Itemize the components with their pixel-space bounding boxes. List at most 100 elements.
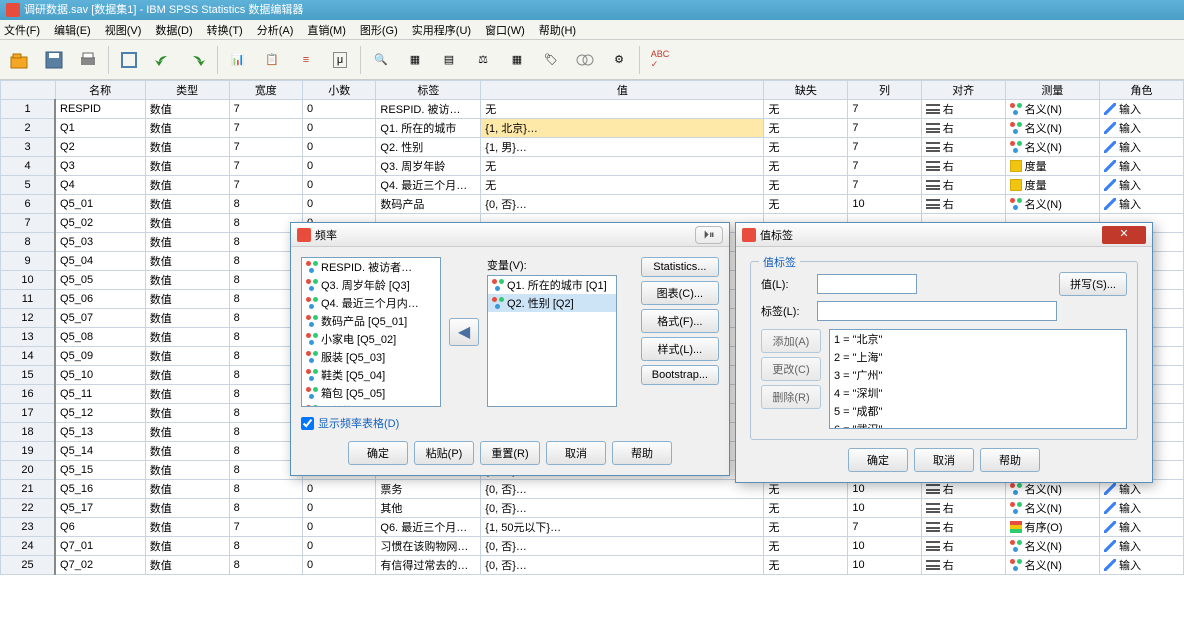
menu-item[interactable]: 直销(M) xyxy=(307,22,346,38)
cell-values[interactable]: 无 xyxy=(481,176,764,195)
cell-name[interactable]: Q5_03 xyxy=(55,233,145,252)
cell-width[interactable]: 8 xyxy=(229,537,302,556)
cell-measure[interactable]: 名义(N) xyxy=(1005,100,1099,119)
list-item[interactable]: 箱包 [Q5_05] xyxy=(302,384,440,402)
cell-columns[interactable]: 10 xyxy=(848,556,921,575)
cell-align[interactable]: 右 xyxy=(921,556,1005,575)
cell-measure[interactable]: 有序(O) xyxy=(1005,518,1099,537)
cell-decimals[interactable]: 0 xyxy=(303,138,376,157)
side-button[interactable]: Bootstrap... xyxy=(641,365,719,385)
value-input[interactable] xyxy=(817,274,917,294)
cell-align[interactable]: 右 xyxy=(921,195,1005,214)
side-button[interactable]: 添加(A) xyxy=(761,329,821,353)
cell-decimals[interactable]: 0 xyxy=(303,556,376,575)
row-number[interactable]: 1 xyxy=(1,100,56,119)
cell-name[interactable]: Q5_17 xyxy=(55,499,145,518)
cell-type[interactable]: 数值 xyxy=(145,347,229,366)
cell-type[interactable]: 数值 xyxy=(145,442,229,461)
cell-type[interactable]: 数值 xyxy=(145,461,229,480)
cell-columns[interactable]: 10 xyxy=(848,537,921,556)
cell-values[interactable]: {0, 否}… xyxy=(481,499,764,518)
cell-type[interactable]: 数值 xyxy=(145,480,229,499)
row-number[interactable]: 4 xyxy=(1,157,56,176)
menu-item[interactable]: 实用程序(U) xyxy=(412,22,471,38)
cell-columns[interactable]: 7 xyxy=(848,157,921,176)
move-arrow-button[interactable]: ◀ xyxy=(449,318,479,346)
cell-type[interactable]: 数值 xyxy=(145,537,229,556)
row-number[interactable]: 2 xyxy=(1,119,56,138)
cell-decimals[interactable]: 0 xyxy=(303,499,376,518)
cell-role[interactable]: 输入 xyxy=(1100,138,1184,157)
menu-item[interactable]: 文件(F) xyxy=(4,22,40,38)
cell-values[interactable]: {1, 北京}… xyxy=(481,119,764,138)
row-number[interactable]: 24 xyxy=(1,537,56,556)
cell-align[interactable]: 右 xyxy=(921,119,1005,138)
available-vars-list[interactable]: RESPID. 被访者…Q3. 周岁年龄 [Q3]Q4. 最近三个月内…数码产品… xyxy=(301,257,441,407)
dialog-button[interactable]: 取消 xyxy=(546,441,606,465)
cell-decimals[interactable]: 0 xyxy=(303,176,376,195)
cell-role[interactable]: 输入 xyxy=(1100,157,1184,176)
cell-align[interactable]: 右 xyxy=(921,100,1005,119)
cell-width[interactable]: 8 xyxy=(229,195,302,214)
cell-label[interactable]: 其他 xyxy=(376,499,481,518)
cell-measure[interactable]: 名义(N) xyxy=(1005,195,1099,214)
cell-width[interactable]: 8 xyxy=(229,556,302,575)
row-number[interactable]: 3 xyxy=(1,138,56,157)
cell-width[interactable]: 7 xyxy=(229,100,302,119)
redo-icon[interactable] xyxy=(183,45,211,75)
cell-name[interactable]: Q6 xyxy=(55,518,145,537)
cell-columns[interactable]: 7 xyxy=(848,119,921,138)
cell-role[interactable]: 输入 xyxy=(1100,537,1184,556)
cell-name[interactable]: Q2 xyxy=(55,138,145,157)
cell-name[interactable]: Q5_12 xyxy=(55,404,145,423)
spelling-icon[interactable]: ABC✓ xyxy=(646,45,674,75)
cell-type[interactable]: 数值 xyxy=(145,214,229,233)
cell-missing[interactable]: 无 xyxy=(764,100,848,119)
cell-align[interactable]: 右 xyxy=(921,157,1005,176)
checkbox-input[interactable] xyxy=(301,417,314,430)
row-number[interactable]: 22 xyxy=(1,499,56,518)
cell-name[interactable]: Q1 xyxy=(55,119,145,138)
recall-icon[interactable] xyxy=(115,45,143,75)
cell-measure[interactable]: 度量 xyxy=(1005,176,1099,195)
row-number[interactable]: 7 xyxy=(1,214,56,233)
dialog-titlebar[interactable]: 频率 ⏵⏸ xyxy=(291,223,729,247)
row-number[interactable]: 9 xyxy=(1,252,56,271)
cell-columns[interactable]: 10 xyxy=(848,195,921,214)
cell-measure[interactable]: 名义(N) xyxy=(1005,537,1099,556)
cell-values[interactable]: {0, 否}… xyxy=(481,537,764,556)
menu-item[interactable]: 分析(A) xyxy=(257,22,294,38)
side-button[interactable]: Statistics... xyxy=(641,257,719,277)
value-labels-list[interactable]: 1 = "北京"2 = "上海"3 = "广州"4 = "深圳"5 = "成都"… xyxy=(829,329,1127,429)
cell-type[interactable]: 数值 xyxy=(145,195,229,214)
cell-type[interactable]: 数值 xyxy=(145,157,229,176)
list-item[interactable]: 1 = "北京" xyxy=(830,330,1126,348)
row-number[interactable]: 13 xyxy=(1,328,56,347)
find-icon[interactable]: 🔍 xyxy=(367,45,395,75)
cell-values[interactable]: 无 xyxy=(481,157,764,176)
cell-missing[interactable]: 无 xyxy=(764,119,848,138)
row-number[interactable]: 18 xyxy=(1,423,56,442)
variables-icon[interactable]: ≡ xyxy=(292,45,320,75)
column-header[interactable]: 标签 xyxy=(376,81,481,100)
side-button[interactable]: 更改(C) xyxy=(761,357,821,381)
menu-item[interactable]: 帮助(H) xyxy=(539,22,576,38)
cell-label[interactable]: 数码产品 xyxy=(376,195,481,214)
cell-values[interactable]: 无 xyxy=(481,100,764,119)
cell-decimals[interactable]: 0 xyxy=(303,480,376,499)
cell-label[interactable]: Q3. 周岁年龄 xyxy=(376,157,481,176)
goto-icon[interactable]: 📊 xyxy=(224,45,252,75)
cell-type[interactable]: 数值 xyxy=(145,385,229,404)
side-button[interactable]: 样式(L)... xyxy=(641,337,719,361)
cell-columns[interactable]: 10 xyxy=(848,499,921,518)
row-number[interactable]: 14 xyxy=(1,347,56,366)
weight-icon[interactable]: ⚖ xyxy=(469,45,497,75)
cell-name[interactable]: Q5_09 xyxy=(55,347,145,366)
row-number[interactable]: 8 xyxy=(1,233,56,252)
cell-type[interactable]: 数值 xyxy=(145,366,229,385)
cell-label[interactable]: Q4. 最近三个月… xyxy=(376,176,481,195)
cell-missing[interactable]: 无 xyxy=(764,518,848,537)
cell-role[interactable]: 输入 xyxy=(1100,195,1184,214)
cell-type[interactable]: 数值 xyxy=(145,176,229,195)
cell-measure[interactable]: 名义(N) xyxy=(1005,556,1099,575)
